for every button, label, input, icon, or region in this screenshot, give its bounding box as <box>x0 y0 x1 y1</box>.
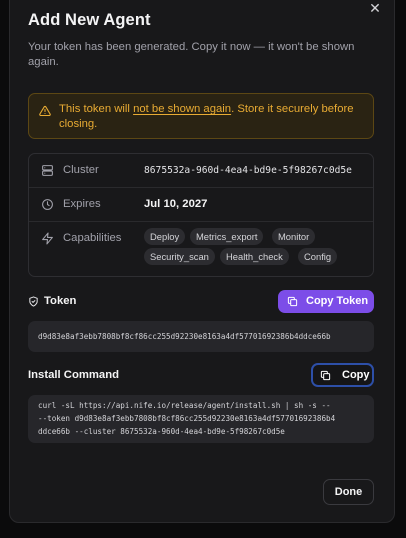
shield-icon <box>29 296 38 307</box>
capability-badge: Health_check <box>220 248 289 265</box>
token-label: Token <box>44 295 77 307</box>
capability-badge: Config <box>298 248 338 265</box>
close-icon[interactable]: ✕ <box>368 1 382 15</box>
dialog-title: Add New Agent <box>28 11 151 29</box>
server-icon <box>42 165 53 176</box>
expires-value: Jul 10, 2027 <box>144 198 208 210</box>
cluster-label: Cluster <box>63 164 99 176</box>
capability-badge: Deploy <box>144 228 186 245</box>
bolt-icon <box>42 232 53 245</box>
warning-text: This token will not be shown again. Stor… <box>59 103 354 130</box>
install-command-line: curl -sL https://api.nife.io/release/age… <box>38 401 331 410</box>
expires-row: Expires Jul 10, 2027 <box>29 188 373 222</box>
warning-triangle-icon <box>39 105 51 117</box>
cluster-value: 8675532a-960d-4ea4-bd9e-5f98267c0d5e <box>144 165 352 176</box>
capability-badge: Monitor <box>272 228 316 245</box>
install-command-field[interactable]: curl -sL https://api.nife.io/release/age… <box>28 395 374 443</box>
install-command-label: Install Command <box>28 369 120 381</box>
capability-badge: Metrics_export <box>190 228 264 245</box>
copy-icon <box>287 296 298 307</box>
copy-icon <box>320 370 331 381</box>
clock-icon <box>42 199 53 210</box>
capabilities-label: Capabilities <box>63 232 122 244</box>
install-command-line: ddce66b --cluster 8675532a-960d-4ea4-bd9… <box>38 427 285 436</box>
cluster-row: Cluster 8675532a-960d-4ea4-bd9e-5f98267c… <box>29 154 373 188</box>
copy-token-label: Copy Token <box>306 295 369 307</box>
install-command-line: --token d9d83e8af3ebb7808bf8cf86cc255d92… <box>38 414 336 423</box>
warning-banner: This token will not be shown again. Stor… <box>28 93 374 139</box>
token-value-field[interactable]: d9d83e8af3ebb7808bf8cf86cc255d92230e8163… <box>28 321 374 352</box>
copy-install-label: Copy <box>342 369 370 381</box>
warning-emphasis: not be shown again <box>133 103 232 115</box>
copy-install-command-button[interactable]: Copy <box>311 363 374 387</box>
capability-badge: Security_scan <box>144 248 215 265</box>
expires-label: Expires <box>63 198 101 210</box>
capabilities-row: Capabilities Deploy Metrics_export Monit… <box>29 222 373 276</box>
dialog-subtitle: Your token has been generated. Copy it n… <box>28 41 355 68</box>
done-button[interactable]: Done <box>323 479 374 505</box>
copy-token-button[interactable]: Copy Token <box>278 290 374 313</box>
agent-details-card: Cluster 8675532a-960d-4ea4-bd9e-5f98267c… <box>28 153 374 277</box>
add-agent-dialog: ✕ Add New Agent Your token has been gene… <box>9 0 395 523</box>
